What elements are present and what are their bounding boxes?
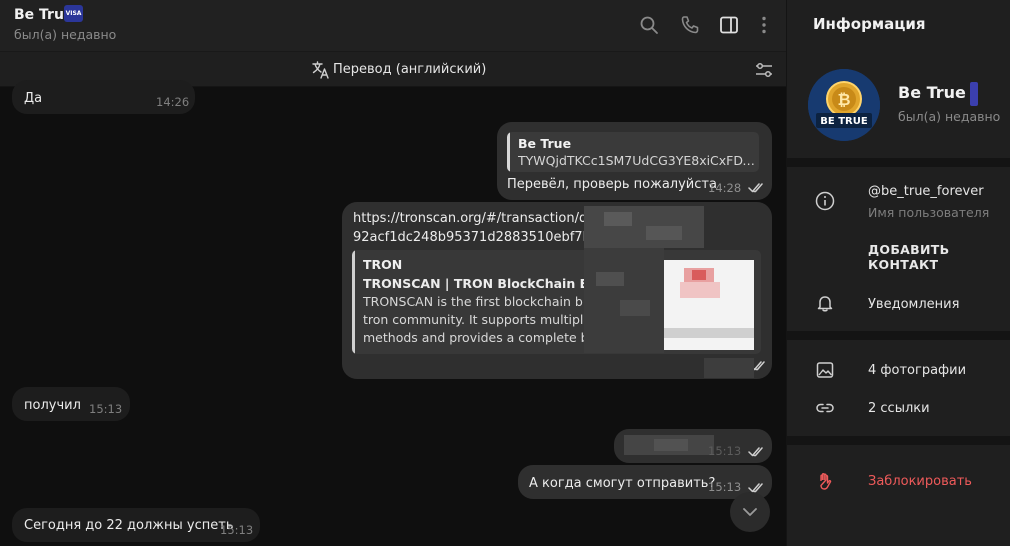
message-time: 14:26 (156, 95, 190, 109)
message-time: 15:13 (708, 444, 742, 458)
message-text: получил (24, 398, 81, 413)
message-text: Сегодня до 22 должны успеть (24, 518, 234, 533)
message-time: 14:28 (708, 181, 742, 195)
message-outgoing[interactable]: А когда смогут отправить? 15:13 (518, 465, 772, 499)
more-icon[interactable] (753, 14, 775, 36)
link-preview[interactable]: TRON TRONSCAN | TRON BlockChain Explo TR… (352, 250, 761, 354)
block-hand-icon (820, 473, 832, 490)
info-sidebar: Информация ₿ BE TRUE Be True был(а) неда… (786, 0, 1010, 546)
translate-icon[interactable] (311, 60, 331, 80)
double-check-icon (748, 183, 763, 193)
blur-block (604, 212, 632, 226)
blur-block (596, 272, 624, 286)
message-text: Перевёл, проверь пожалуйста (507, 177, 717, 192)
media-photos-link[interactable]: 4 фотографии (868, 363, 966, 378)
media-links-link[interactable]: 2 ссылки (868, 401, 930, 416)
thumbnail-pixel (680, 282, 720, 298)
divider (787, 436, 1010, 445)
translation-label[interactable]: Перевод (английский) (333, 62, 486, 77)
username-caption: Имя пользователя (868, 205, 990, 220)
divider (787, 158, 1010, 167)
message-text: А когда смогут отправить? (529, 476, 716, 491)
bell-icon (817, 296, 833, 312)
message-incoming[interactable]: Сегодня до 22 должны успеть 15:13 (12, 508, 260, 542)
preview-accent-bar (352, 250, 355, 354)
blur-block (654, 439, 688, 451)
double-check-icon (748, 447, 763, 457)
blur-block (646, 226, 682, 240)
preview-description-line-3: methods and provides a complete br (363, 330, 594, 345)
thumbnail-pixel (692, 270, 706, 280)
reply-quote[interactable]: Be True TYWQjdTKCc1SM7UdCG3YE8xiCxFDYP..… (507, 132, 759, 172)
preview-title: TRONSCAN | TRON BlockChain Explo (363, 276, 618, 291)
message-incoming[interactable]: Да 14:26 (12, 80, 195, 114)
preview-description-line-2: tron community. It supports multiple (363, 312, 592, 327)
message-outgoing[interactable]: Be True TYWQjdTKCc1SM7UdCG3YE8xiCxFDYP..… (497, 122, 772, 200)
divider (787, 331, 1010, 340)
phone-icon[interactable] (679, 14, 701, 36)
message-incoming[interactable]: получил 15:13 (12, 387, 130, 421)
message-time: 15:13 (708, 480, 742, 494)
notifications-toggle[interactable]: Уведомления (868, 297, 959, 312)
avatar[interactable]: ₿ BE TRUE (808, 69, 880, 141)
chevron-down-icon (743, 508, 757, 516)
preview-thumbnail (664, 260, 754, 350)
block-user-button[interactable]: Заблокировать (868, 474, 972, 489)
thumbnail-pixel (664, 328, 754, 338)
message-time: 15:13 (89, 402, 123, 416)
blur-block (620, 300, 650, 316)
link-text-line-1[interactable]: https://tronscan.org/#/transaction/db4 (353, 211, 604, 226)
svg-text:₿: ₿ (837, 90, 850, 109)
message-outgoing-link[interactable]: https://tronscan.org/#/transaction/db4 9… (342, 202, 772, 379)
profile-name: Be True (898, 83, 966, 102)
settings-sliders-icon[interactable] (754, 60, 774, 80)
message-time: 15:13 (220, 523, 254, 537)
sidebar-title: Информация (813, 15, 926, 33)
blur-block (704, 358, 754, 378)
profile-status: был(а) недавно (898, 109, 1001, 124)
blur-block (584, 206, 704, 248)
message-text: Да (24, 91, 43, 106)
search-icon[interactable] (638, 14, 660, 36)
preview-site-name: TRON (363, 257, 403, 272)
add-contact-button[interactable]: ДОБАВИТЬ КОНТАКТ (868, 242, 1010, 272)
chat-header[interactable]: Be True VISA был(а) недавно (0, 0, 786, 52)
preview-description-line-1: TRONSCAN is the first blockchain bro (363, 294, 596, 309)
sidebar-toggle-icon[interactable] (718, 14, 740, 36)
reply-text: TYWQjdTKCc1SM7UdCG3YE8xiCxFDYP... (518, 153, 756, 168)
visa-badge-icon: VISA (64, 5, 83, 22)
avatar-text: BE TRUE (820, 116, 868, 127)
scroll-down-button[interactable] (730, 492, 770, 532)
photo-icon (816, 362, 834, 378)
reply-author: Be True (518, 136, 572, 151)
message-outgoing[interactable]: 15:13 (614, 429, 772, 463)
link-icon (816, 403, 834, 413)
username-value[interactable]: @be_true_forever (868, 184, 984, 199)
chat-status: был(а) недавно (14, 27, 117, 42)
info-icon (815, 191, 835, 211)
profile-badge-icon (970, 82, 978, 106)
reply-accent-bar (507, 132, 510, 172)
chat-area: Be True VISA был(а) недавно Перевод (анг… (0, 0, 786, 546)
avatar-image: ₿ BE TRUE (808, 69, 880, 141)
